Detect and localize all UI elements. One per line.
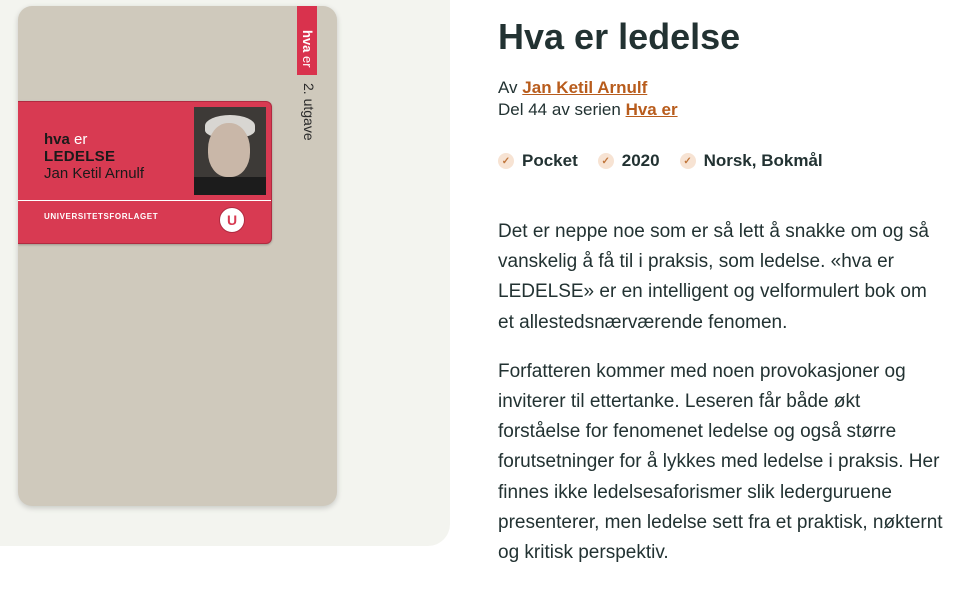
cover-author: Jan Ketil Arnulf (44, 165, 145, 182)
cover-title-band: hva er LEDELSE Jan Ketil Arnulf UNIVERSI… (18, 101, 272, 244)
description-paragraph-2: Forfatteren kommer med noen provokasjone… (498, 360, 943, 564)
cover-panel: hva er 2. utgave hva er LEDELSE Jan Keti… (0, 0, 450, 546)
series-line: Del 44 av serien Hva er (498, 99, 678, 121)
meta-language-label: Norsk, Bokmål (703, 151, 823, 170)
page-title: Hva er ledelse (498, 16, 741, 57)
book-description: Det er neppe noe som er så lett å snakke… (498, 217, 943, 587)
cover-series-line: hva er (44, 131, 88, 148)
author-prefix: Av (498, 78, 518, 97)
publisher-logo-icon: U (219, 207, 245, 233)
spine-series-label: hva er (300, 30, 315, 68)
meta-language: ✓ Norsk, Bokmål (679, 151, 823, 171)
check-icon: ✓ (498, 153, 514, 169)
spine-edition-label: 2. utgave (301, 83, 317, 141)
author-line: Av Jan Ketil Arnulf (498, 77, 678, 99)
book-meta-list: ✓ Pocket ✓ 2020 ✓ Norsk, Bokmål (498, 151, 823, 171)
check-icon: ✓ (597, 153, 614, 169)
author-photo (194, 107, 266, 195)
series-prefix: Del 44 av serien (498, 100, 621, 119)
byline: Av Jan Ketil Arnulf Del 44 av serien Hva… (498, 77, 678, 121)
meta-format: ✓ Pocket (498, 151, 578, 171)
meta-format-label: Pocket (522, 151, 578, 170)
series-link[interactable]: Hva er (626, 100, 678, 119)
cover-title: LEDELSE (44, 148, 116, 165)
cover-publisher: UNIVERSITETSFORLAGET (44, 212, 159, 221)
meta-year-label: 2020 (621, 151, 660, 170)
cover-divider (18, 200, 271, 201)
check-icon: ✓ (679, 153, 696, 169)
author-link[interactable]: Jan Ketil Arnulf (522, 78, 647, 97)
description-paragraph-1: Det er neppe noe som er så lett å snakke… (498, 221, 929, 333)
meta-year: ✓ 2020 (597, 151, 660, 171)
book-cover: hva er 2. utgave hva er LEDELSE Jan Keti… (18, 6, 337, 506)
